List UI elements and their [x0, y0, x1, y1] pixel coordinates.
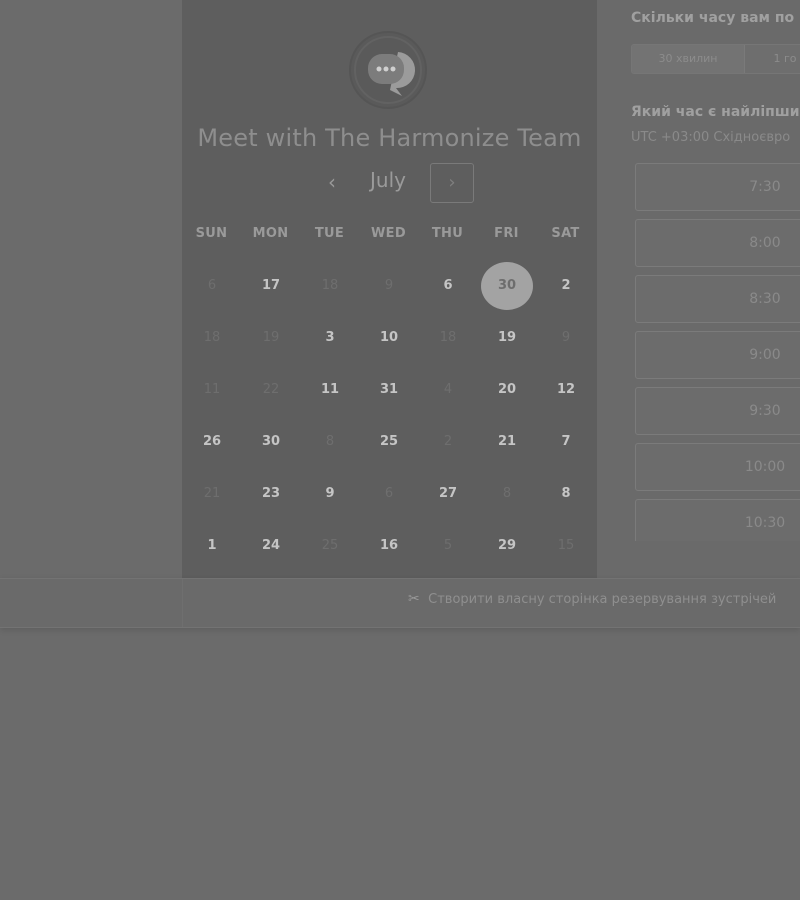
time-slot[interactable]: 9:30 — [635, 387, 800, 435]
timezone-selector[interactable]: UTC +03:00 Східноєвро — [631, 130, 790, 145]
calendar-day[interactable]: 3 — [304, 314, 356, 362]
calendar-day: 18 — [203, 330, 221, 345]
calendar-day[interactable]: 31 — [363, 366, 415, 414]
left-background — [0, 0, 182, 579]
calendar-day[interactable]: 23 — [245, 470, 297, 518]
calendar-day: 19 — [262, 330, 280, 345]
calendar-day[interactable]: 27 — [422, 470, 474, 518]
time-slot[interactable]: 10:30 — [635, 499, 800, 541]
weekday-2: TUE — [314, 226, 345, 241]
calendar-day: 21 — [203, 486, 221, 501]
chat-logo-icon — [346, 30, 430, 114]
calendar-day[interactable]: 17 — [245, 262, 297, 310]
calendar-day[interactable]: 24 — [245, 522, 297, 570]
scissors-icon: ✂ — [408, 591, 420, 607]
time-slot[interactable]: 10:00 — [635, 443, 800, 491]
create-booking-page-link[interactable]: ✂ Створити власну сторінка резервування … — [408, 591, 776, 607]
calendar-day[interactable]: 8 — [540, 470, 592, 518]
calendar-day[interactable]: 2 — [540, 262, 592, 310]
calendar-day[interactable]: 26 — [186, 418, 238, 466]
calendar-day[interactable]: 29 — [481, 522, 533, 570]
page-title: Meet with The Harmonize Team — [197, 124, 582, 152]
duration-question: Скільки часу вам по — [631, 10, 795, 26]
time-slot[interactable]: 9:00 — [635, 331, 800, 379]
calendar-day: 6 — [384, 486, 394, 501]
calendar-day: 9 — [561, 330, 571, 345]
calendar-day: 22 — [262, 382, 280, 397]
calendar-day: 5 — [443, 538, 453, 553]
time-slot[interactable]: 7:30 — [635, 163, 800, 211]
calendar-day: 8 — [502, 486, 512, 501]
calendar-day: 18 — [439, 330, 457, 345]
time-slot[interactable]: 8:30 — [635, 275, 800, 323]
weekday-1: MON — [252, 226, 289, 241]
calendar-day[interactable]: 19 — [481, 314, 533, 362]
duration-option-1h[interactable]: 1 го — [745, 45, 800, 73]
prev-month-button[interactable]: ‹ — [318, 170, 346, 194]
calendar-day[interactable]: 1 — [186, 522, 238, 570]
next-month-button[interactable]: › — [430, 163, 474, 203]
weekday-header: SUN MON TUE WED THU FRI SAT — [182, 226, 597, 244]
weekday-6: SAT — [551, 226, 580, 241]
duration-selector: 30 хвилин 1 го — [631, 44, 800, 74]
weekday-5: FRI — [494, 226, 519, 241]
calendar-day[interactable]: 6 — [422, 262, 474, 310]
time-slot-list: 7:30 8:00 8:30 9:00 9:30 10:00 10:30 — [635, 163, 800, 541]
time-question: Який час є найліпши — [631, 104, 800, 120]
calendar-day: 25 — [321, 538, 339, 553]
calendar-day: 2 — [443, 434, 453, 449]
calendar-day: 8 — [325, 434, 335, 449]
time-slot[interactable]: 8:00 — [635, 219, 800, 267]
weekday-3: WED — [371, 226, 406, 241]
duration-option-30min[interactable]: 30 хвилин — [632, 45, 744, 73]
calendar-day: 18 — [321, 278, 339, 293]
footer-divider — [182, 579, 183, 627]
calendar-day[interactable]: 11 — [304, 366, 356, 414]
weekday-4: THU — [431, 226, 464, 241]
calendar-day: 11 — [203, 382, 221, 397]
create-booking-page-label: Створити власну сторінка резервування зу… — [428, 592, 777, 607]
calendar-day[interactable]: 10 — [363, 314, 415, 362]
calendar-day[interactable]: 21 — [481, 418, 533, 466]
calendar-day[interactable]: 7 — [540, 418, 592, 466]
calendar-day[interactable]: 16 — [363, 522, 415, 570]
month-label: July — [370, 168, 406, 192]
calendar-day[interactable]: 30 — [245, 418, 297, 466]
slot-list-fade — [597, 540, 800, 578]
footer-bar: ✂ Створити власну сторінка резервування … — [0, 578, 800, 628]
calendar-day: 9 — [384, 278, 394, 293]
calendar-day[interactable]: 9 — [304, 470, 356, 518]
calendar-day: 4 — [443, 382, 453, 397]
selected-day[interactable]: 30 — [481, 262, 533, 310]
calendar-day[interactable]: 25 — [363, 418, 415, 466]
month-navigation: ‹ July › — [182, 160, 597, 208]
calendar-day: 6 — [207, 278, 217, 293]
weekday-0: SUN — [195, 226, 228, 241]
calendar-day: 15 — [557, 538, 575, 553]
calendar-day[interactable]: 20 — [481, 366, 533, 414]
calendar-day[interactable]: 12 — [540, 366, 592, 414]
